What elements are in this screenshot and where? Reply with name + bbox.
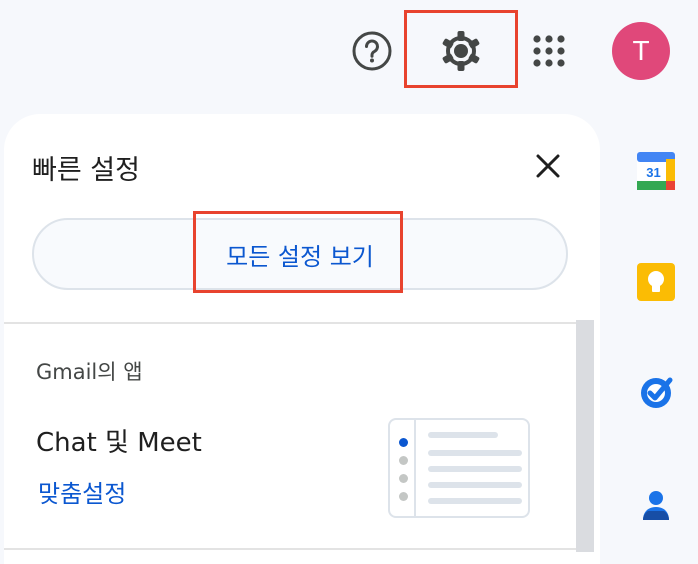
tasks-app-button[interactable] bbox=[636, 372, 676, 412]
contacts-person-icon bbox=[643, 491, 669, 520]
customize-link[interactable]: 맞춤설정 bbox=[38, 474, 126, 509]
top-bar: T bbox=[0, 0, 698, 110]
thumbnail-line bbox=[428, 466, 522, 472]
keep-app-button[interactable] bbox=[636, 262, 676, 302]
close-icon bbox=[536, 154, 560, 178]
help-button[interactable] bbox=[349, 28, 395, 74]
settings-button[interactable] bbox=[436, 26, 486, 76]
quick-settings-panel: 빠른 설정 모든 설정 보기 Gmail의 앱 Chat 및 Meet 맞춤설정 bbox=[4, 114, 600, 564]
thumbnail-line bbox=[428, 498, 522, 504]
chat-meet-title: Chat 및 Meet bbox=[36, 428, 202, 458]
thumbnail-dot-active bbox=[399, 438, 408, 447]
calendar-app-button[interactable]: 31 bbox=[636, 151, 676, 191]
google-apps-button[interactable] bbox=[526, 28, 572, 74]
thumbnail-line bbox=[428, 482, 522, 488]
thumbnail-dot bbox=[399, 492, 408, 501]
apps-grid-icon bbox=[533, 35, 565, 67]
help-icon bbox=[352, 31, 392, 71]
thumbnail-dot bbox=[399, 474, 408, 483]
panel-scrollbar[interactable] bbox=[576, 320, 594, 552]
account-avatar[interactable]: T bbox=[612, 22, 670, 80]
calendar-icon: 31 bbox=[637, 152, 675, 190]
gear-icon bbox=[442, 31, 480, 71]
see-all-settings-button[interactable]: 모든 설정 보기 bbox=[32, 218, 568, 290]
contacts-app-button[interactable] bbox=[636, 486, 676, 526]
thumbnail-line bbox=[428, 450, 522, 456]
chat-meet-layout-thumbnail[interactable] bbox=[388, 418, 530, 518]
panel-title: 빠른 설정 bbox=[32, 155, 140, 186]
calendar-date-number: 31 bbox=[646, 165, 660, 180]
thumbnail-line bbox=[428, 432, 498, 438]
section-label-gmail-apps: Gmail의 앱 bbox=[36, 360, 143, 384]
see-all-settings-label: 모든 설정 보기 bbox=[226, 242, 374, 271]
divider bbox=[4, 322, 576, 324]
thumbnail-dot bbox=[399, 456, 408, 465]
divider bbox=[4, 548, 576, 550]
close-button[interactable] bbox=[528, 146, 568, 186]
tasks-check-icon bbox=[641, 377, 673, 408]
thumbnail-sidebar bbox=[390, 420, 416, 516]
keep-bulb-icon bbox=[637, 263, 675, 301]
